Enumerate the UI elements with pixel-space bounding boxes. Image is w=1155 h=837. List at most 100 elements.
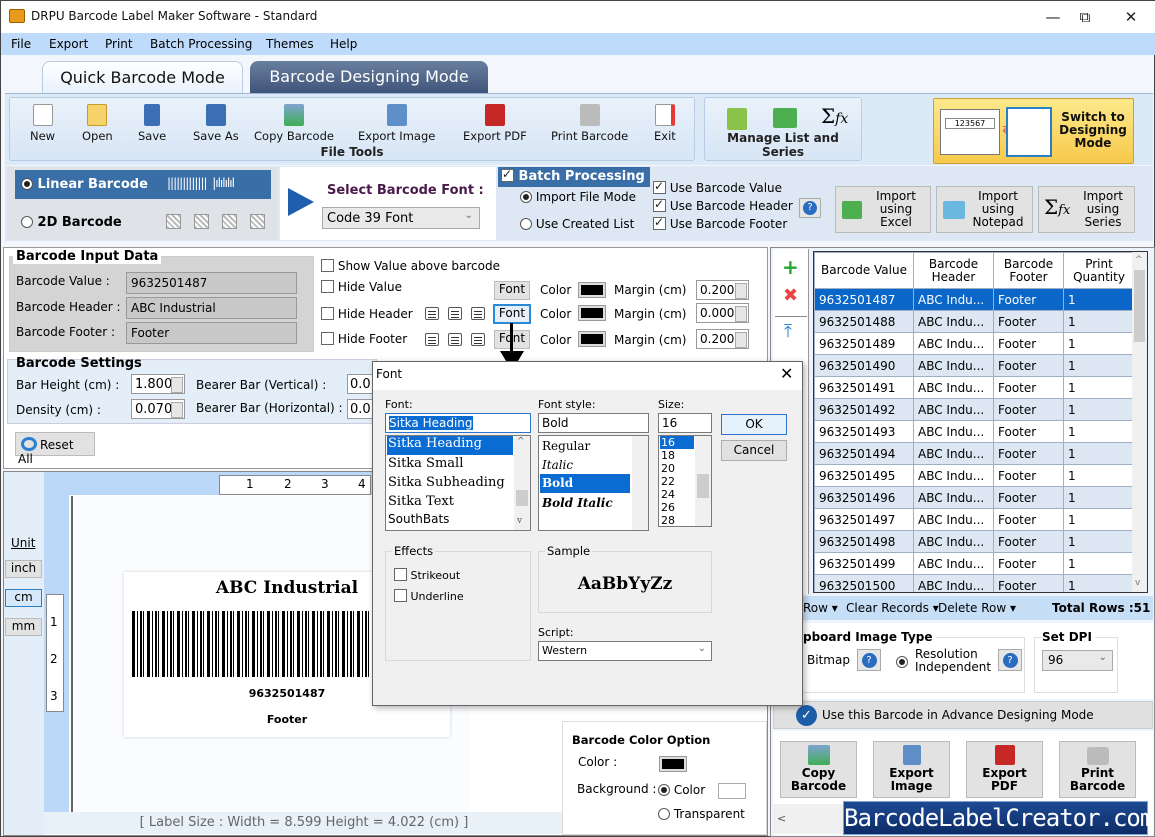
table-row[interactable]: 9632501499 ABC Indu... Footer 1 [814, 552, 1135, 575]
table-cell[interactable]: ABC Indu... [913, 398, 994, 421]
table-cell[interactable]: ABC Indu... [913, 288, 994, 311]
table-cell[interactable]: 9632501490 [814, 354, 914, 377]
open-button[interactable]: Open [82, 104, 113, 143]
font-list-scrollbar[interactable]: ^ v [514, 436, 530, 530]
horizontal-scrollbar[interactable]: < [773, 804, 843, 834]
bg-color-swatch[interactable] [718, 783, 746, 799]
table-cell[interactable]: Footer [993, 574, 1064, 592]
table-cell[interactable]: 1 [1063, 464, 1135, 487]
use-header-checkbox[interactable] [653, 197, 666, 212]
show-value-above-option[interactable]: Show Value above barcode [321, 259, 500, 273]
2d-radio[interactable] [21, 216, 33, 228]
table-cell[interactable]: Footer [993, 420, 1064, 443]
barcode-color-swatch[interactable] [659, 756, 687, 772]
font-size-input[interactable]: 16 [658, 413, 712, 433]
import-series-button[interactable]: Σfx Import using Series [1038, 186, 1135, 233]
header-margin-spinner[interactable]: 0.000 [696, 303, 749, 323]
menu-help[interactable]: Help [330, 37, 357, 51]
table-row[interactable]: 9632501500 ABC Indu... Footer 1 [814, 574, 1135, 592]
bearer-horizontal-input[interactable]: 0.0 [347, 399, 373, 419]
table-row[interactable]: 9632501494 ABC Indu... Footer 1 [814, 442, 1135, 465]
table-cell[interactable]: Footer [993, 310, 1064, 333]
table-cell[interactable]: 9632501493 [814, 420, 914, 443]
resolution-independent-radio-wrap[interactable] [896, 655, 908, 669]
table-cell[interactable]: 1 [1063, 354, 1135, 377]
underline-checkbox[interactable] [394, 589, 407, 602]
font-dialog-close-icon[interactable]: ✕ [780, 364, 793, 383]
menu-batch-processing[interactable]: Batch Processing [150, 37, 252, 51]
table-cell[interactable]: Footer [993, 354, 1064, 377]
use-footer-checkbox[interactable] [653, 215, 666, 230]
use-barcode-value-option[interactable]: Use Barcode Value [653, 179, 782, 195]
hide-header-option[interactable]: Hide Header [321, 307, 413, 321]
menu-file[interactable]: File [11, 37, 31, 51]
style-list-scrollbar[interactable] [632, 436, 648, 530]
show-value-above-checkbox[interactable] [321, 259, 334, 272]
table-cell[interactable]: 1 [1063, 574, 1135, 592]
series-sigma-icon[interactable]: Σfx [821, 104, 848, 128]
hide-header-checkbox[interactable] [321, 307, 334, 320]
table-cell[interactable]: 9632501499 [814, 552, 914, 575]
size-option[interactable]: 28 [660, 514, 675, 526]
unit-cm-button[interactable]: cm [5, 589, 42, 607]
bg-color-radio[interactable] [658, 784, 670, 796]
table-cell[interactable]: Footer [993, 398, 1064, 421]
density-spinner[interactable]: 0.070 [131, 399, 185, 419]
use-barcode-footer-option[interactable]: Use Barcode Footer [653, 215, 787, 231]
bg-transparent-option[interactable]: Transparent [658, 807, 745, 821]
table-cell[interactable]: ABC Indu... [913, 530, 994, 553]
barcode-value-input[interactable]: 9632501487 [126, 272, 297, 294]
batch-processing-toggle[interactable]: Batch Processing [498, 167, 650, 187]
font-style-input[interactable]: Bold [538, 413, 649, 433]
col-print-quantity[interactable]: Print Quantity [1063, 252, 1135, 289]
linear-barcode-option[interactable]: Linear Barcode ||||||||||||| |ılılılıl [15, 170, 271, 199]
barcode-font-select[interactable]: Code 39 Font ⌄ [322, 207, 480, 229]
style-option[interactable]: Regular [540, 439, 590, 453]
copy-barcode-bottom-button[interactable]: Copy Barcode [780, 741, 857, 798]
size-option[interactable]: 16 [660, 436, 694, 449]
menu-themes[interactable]: Themes [266, 37, 314, 51]
font-style-list[interactable]: Regular Italic Bold Bold Italic [538, 435, 649, 531]
table-row[interactable]: 9632501497 ABC Indu... Footer 1 [814, 508, 1135, 531]
col-barcode-header[interactable]: Barcode Header [913, 252, 994, 289]
unit-inch-button[interactable]: inch [5, 560, 42, 578]
table-cell[interactable]: 9632501488 [814, 310, 914, 333]
exit-button[interactable]: Exit [654, 104, 676, 143]
table-cell[interactable]: ABC Indu... [913, 376, 994, 399]
table-cell[interactable]: ABC Indu... [913, 420, 994, 443]
tab-barcode-designing-mode[interactable]: Barcode Designing Mode [250, 61, 488, 93]
add-row-menu[interactable]: Row ▾ [803, 601, 838, 615]
table-cell[interactable]: Footer [993, 530, 1064, 553]
font-ok-button[interactable]: OK [721, 414, 787, 435]
import-notepad-button[interactable]: Import using Notepad [936, 186, 1033, 233]
table-cell[interactable]: 9632501494 [814, 442, 914, 465]
hide-value-option[interactable]: Hide Value [321, 280, 402, 294]
table-cell[interactable]: 1 [1063, 420, 1135, 443]
export-image-bottom-button[interactable]: Export Image [873, 741, 950, 798]
table-cell[interactable]: 9632501492 [814, 398, 914, 421]
2d-barcode-option[interactable]: 2D Barcode [21, 215, 122, 230]
size-list-scrollbar[interactable] [695, 436, 711, 526]
table-cell[interactable]: Footer [993, 508, 1064, 531]
table-cell[interactable]: ABC Indu... [913, 332, 994, 355]
table-cell[interactable]: 1 [1063, 508, 1135, 531]
batch-processing-checkbox[interactable] [501, 167, 514, 182]
col-barcode-footer[interactable]: Barcode Footer [993, 252, 1064, 289]
barcode-header-input[interactable]: ABC Industrial [126, 297, 297, 319]
footer-margin-spinner[interactable]: 0.200 [696, 329, 749, 349]
strikeout-checkbox[interactable] [394, 568, 407, 581]
table-cell[interactable]: 9632501487 [814, 288, 914, 311]
table-row[interactable]: 9632501489 ABC Indu... Footer 1 [814, 332, 1135, 355]
table-cell[interactable]: 1 [1063, 398, 1135, 421]
print-barcode-bottom-button[interactable]: Print Barcode [1059, 741, 1136, 798]
table-cell[interactable]: 9632501495 [814, 464, 914, 487]
table-cell[interactable]: Footer [993, 288, 1064, 311]
grid-scrollbar[interactable]: ^ v [1132, 252, 1147, 592]
header-align-left-icon[interactable] [425, 307, 439, 320]
font-cancel-button[interactable]: Cancel [721, 440, 787, 461]
table-cell[interactable]: 1 [1063, 442, 1135, 465]
table-cell[interactable]: 9632501496 [814, 486, 914, 509]
bar-height-spinner[interactable]: 1.800 [131, 374, 185, 394]
table-cell[interactable]: Footer [993, 486, 1064, 509]
table-cell[interactable]: 9632501491 [814, 376, 914, 399]
